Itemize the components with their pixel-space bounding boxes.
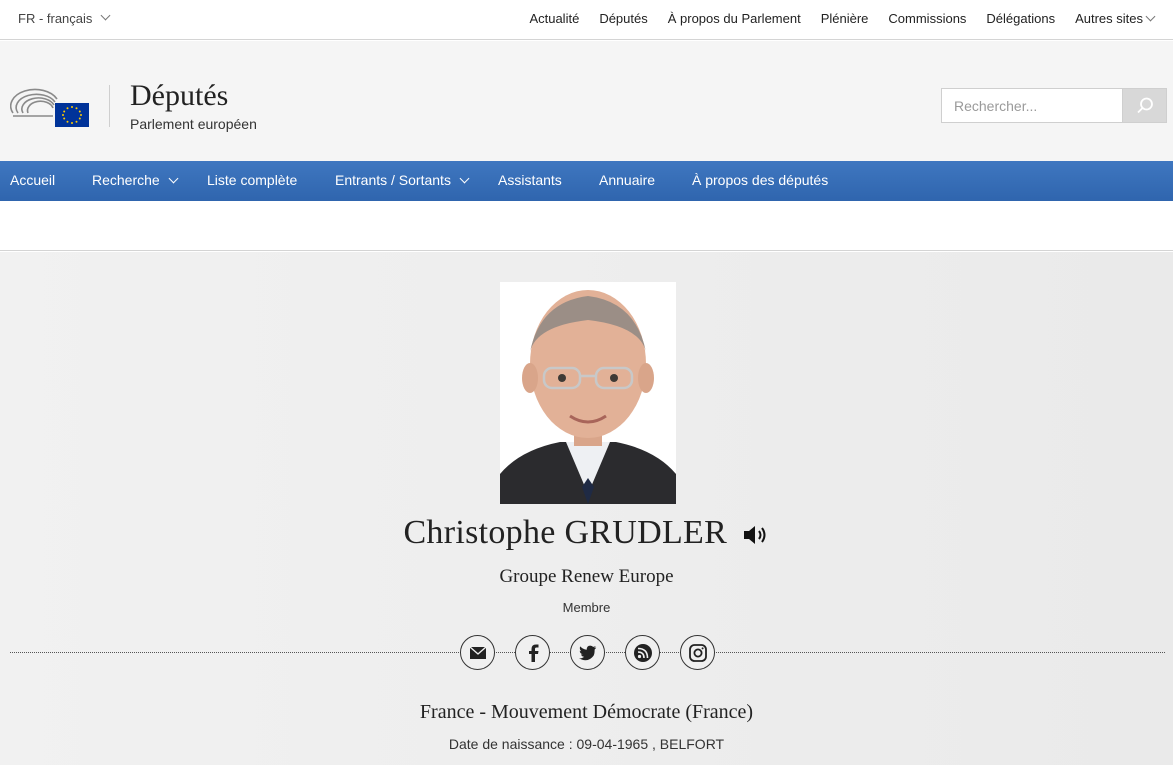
top-nav-commissions[interactable]: Commissions [888,11,966,26]
nav-entrants-label: Entrants / Sortants [335,172,451,188]
language-selector[interactable]: FR - français [18,10,111,26]
speaker-icon[interactable] [742,523,770,547]
site-subtitle: Parlement européen [130,116,257,132]
mep-name: Christophe GRUDLER [403,514,728,551]
country-party: France - Mouvement Démocrate (France) [419,701,754,723]
top-nav-autres-sites-label: Autres sites [1075,11,1143,26]
mep-photo [500,282,676,504]
search-input[interactable] [941,88,1124,123]
nav-recherche[interactable]: Recherche [92,161,179,201]
blog-icon [633,643,652,662]
nav-accueil-label: Accueil [10,172,56,188]
email-link[interactable] [460,635,495,670]
main-nav: Accueil Recherche Liste complète Entrant… [0,161,1173,201]
mep-profile: Christophe GRUDLER Groupe Renew Europe M… [0,252,1173,765]
search-button[interactable] [1122,88,1167,123]
blog-link[interactable] [625,635,660,670]
chevron-down-icon [459,173,470,184]
nav-a-propos-deputes[interactable]: À propos des députés [692,161,828,201]
nav-annuaire[interactable]: Annuaire [599,161,655,201]
top-nav-delegations[interactable]: Délégations [986,11,1055,26]
chevron-down-icon [168,173,179,184]
sub-band [0,201,1173,251]
nav-liste-complete[interactable]: Liste complète [207,161,297,201]
facebook-link[interactable] [515,635,550,670]
top-nav-actualite[interactable]: Actualité [529,11,579,26]
top-nav-deputes[interactable]: Députés [599,11,647,26]
nav-apropos-label: À propos des députés [692,172,829,188]
chevron-down-icon [1145,11,1156,22]
nav-entrants-sortants[interactable]: Entrants / Sortants [335,161,470,201]
facebook-icon [528,644,538,662]
nav-assistants-label: Assistants [498,172,562,188]
political-group[interactable]: Groupe Renew Europe [0,566,1173,588]
chevron-down-icon [100,10,111,21]
logo-divider [109,85,110,127]
birth-info: Date de naissance : 09-04-1965 , BELFORT [448,736,725,752]
mep-name-row: Christophe GRUDLER [0,514,1173,552]
nav-assistants[interactable]: Assistants [498,161,562,201]
email-icon [469,645,486,659]
search-box [941,88,1167,123]
language-label: FR - français [18,11,93,26]
top-nav-autres-sites[interactable]: Autres sites [1075,11,1156,26]
top-nav-a-propos[interactable]: À propos du Parlement [668,11,801,26]
instagram-icon [688,643,707,662]
nav-annuaire-label: Annuaire [599,172,656,188]
top-nav-pleniere[interactable]: Plénière [821,11,869,26]
top-nav: Actualité Députés À propos du Parlement … [529,11,1156,26]
site-title[interactable]: Députés [130,79,228,113]
parliament-logo[interactable] [10,87,90,127]
nav-accueil[interactable]: Accueil [10,161,55,201]
nav-recherche-label: Recherche [92,172,160,188]
nav-liste-label: Liste complète [207,172,298,188]
social-links [460,635,715,670]
instagram-link[interactable] [680,635,715,670]
search-icon [1136,97,1153,113]
group-role: Membre [562,600,611,615]
twitter-icon [578,645,596,660]
twitter-link[interactable] [570,635,605,670]
top-utility-bar: FR - français Actualité Députés À propos… [0,0,1173,40]
site-header: Députés Parlement européen [0,41,1173,161]
